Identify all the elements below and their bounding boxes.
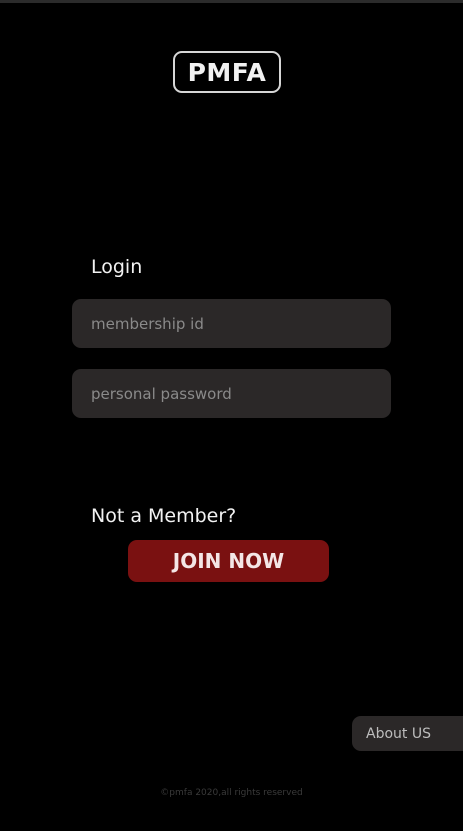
join-now-button[interactable]: JOIN NOW: [128, 540, 329, 582]
membership-id-input[interactable]: [72, 299, 391, 348]
about-us-label: About US: [366, 725, 431, 742]
login-title: Login: [91, 256, 143, 278]
logo-text: PMFA: [187, 57, 267, 87]
footer-copyright: ©pmfa 2020,all rights reserved: [160, 788, 303, 798]
about-us-button[interactable]: About US: [352, 716, 463, 751]
not-a-member-text: Not a Member?: [91, 505, 237, 527]
pmfa-logo: PMFA: [173, 51, 281, 93]
password-input[interactable]: [72, 369, 391, 418]
top-bar: [0, 0, 463, 3]
